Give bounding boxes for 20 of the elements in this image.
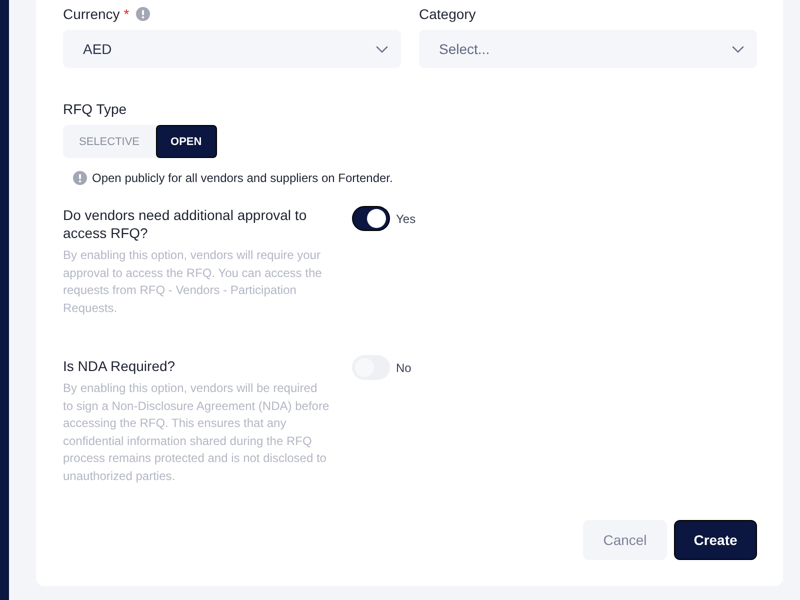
dropdown-field[interactable]: AED: [63, 30, 401, 68]
field-label: Currency: [63, 5, 120, 24]
create-button[interactable]: Create: [674, 520, 757, 560]
info-note: Open publicly for all vendors and suppliers on Fortender.: [92, 170, 393, 187]
question-title: Is NDA Required?: [63, 357, 176, 375]
question-title: Do vendors need additional approval to access RFQ?: [63, 206, 308, 242]
required-mark: *: [124, 5, 130, 24]
question-description: By enabling this option, vendors will require your approval to access the RFQ. You can access the requests from RFQ - Vendors - Participation Requests.: [63, 247, 323, 316]
toggle-state-label: Yes: [396, 212, 416, 226]
toggle-state-label: No: [396, 360, 412, 374]
field-label: RFQ Type: [63, 100, 127, 119]
toggle-switch[interactable]: [352, 206, 390, 231]
info-icon: [73, 171, 87, 185]
field-label: Category: [419, 5, 476, 24]
chevron-down-icon: [732, 46, 744, 52]
chevron-down-icon: [376, 46, 388, 52]
dropdown-field[interactable]: Select...: [419, 30, 757, 68]
cancel-button[interactable]: Cancel: [583, 520, 667, 560]
question-description: By enabling this option, vendors will be required to sign a Non-Disclosure Agreement (NDA) before accessing the RFQ. This ensures that any confidential information shared during the RFQ process remains protected and is not disclosed to unauthorized parties.: [63, 380, 330, 484]
segment-option[interactable]: OPEN: [156, 125, 217, 158]
